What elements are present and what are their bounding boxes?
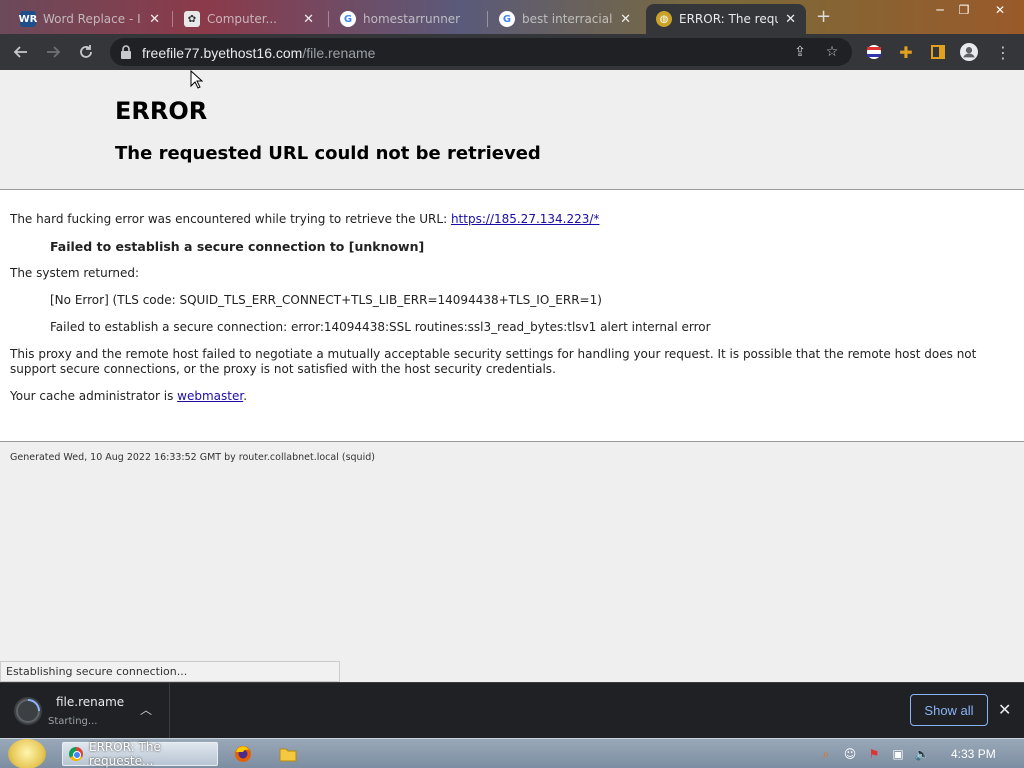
tab-computer[interactable]: ✿ Computer... ✕ (174, 4, 324, 34)
back-arrow-icon[interactable] (10, 41, 32, 63)
clock[interactable]: 4:33 PM (951, 747, 996, 761)
extension-flag-icon[interactable] (865, 43, 883, 61)
download-item[interactable]: file.rename Starting... ︿ (0, 683, 170, 739)
flag-tray-icon[interactable]: ⚑ (866, 746, 882, 762)
forward-arrow-icon[interactable] (42, 41, 64, 63)
puzzle-extensions-icon[interactable]: ✚ (897, 43, 915, 62)
tab-title: ERROR: The reque... (679, 12, 778, 26)
close-tab-icon[interactable]: ✕ (785, 12, 796, 27)
system-line-2: Failed to establish a secure connection:… (50, 320, 711, 334)
mouse-cursor-icon (190, 70, 204, 89)
webmaster-link[interactable]: webmaster (177, 389, 243, 403)
tab-title: Computer... (207, 12, 277, 26)
page-content: ERROR The requested URL could not be ret… (0, 70, 1024, 682)
lock-icon (121, 45, 131, 59)
url-link[interactable]: https://185.27.134.223/* (451, 212, 599, 226)
bookmark-star-icon[interactable]: ☆ (824, 44, 840, 60)
download-status: Starting... (48, 716, 98, 727)
firefox-icon[interactable] (234, 745, 252, 763)
search-tray-icon[interactable]: ⌕ (818, 746, 834, 762)
chevron-up-icon[interactable]: ︿ (140, 701, 152, 718)
system-line-1: [No Error] (TLS code: SQUID_TLS_ERR_CONN… (50, 293, 602, 307)
puzzle-icon: ✿ (184, 11, 200, 27)
tab-title: homestarrunner (363, 12, 461, 26)
wr-icon: WR (19, 11, 37, 27)
new-tab-icon[interactable]: + (816, 6, 831, 27)
failed-message: Failed to establish a secure connection … (50, 239, 425, 254)
url-text: freefile77.byethost16.com/file.rename (142, 45, 376, 61)
tab-error-active[interactable]: ◍ ERROR: The reque... ✕ (646, 4, 806, 34)
close-tab-icon[interactable]: ✕ (303, 12, 314, 27)
close-tab-icon[interactable]: ✕ (149, 12, 160, 27)
tab-strip: WR Word Replace - I... ✕ ✿ Computer... ✕… (0, 0, 1024, 34)
network-tray-icon[interactable]: ▣ (890, 746, 906, 762)
volume-tray-icon[interactable]: 🔈 (914, 746, 930, 762)
page-title: ERROR (115, 97, 208, 125)
side-panel-icon[interactable] (929, 43, 947, 61)
close-window-icon[interactable]: ✕ (988, 0, 1012, 20)
reload-icon[interactable] (75, 41, 97, 63)
browser-toolbar: freefile77.byethost16.com/file.rename ⇪ … (0, 34, 1024, 70)
admin-line: Your cache administrator is webmaster. (10, 389, 248, 403)
chrome-icon (69, 747, 83, 761)
menu-kebab-icon[interactable]: ⋮ (994, 43, 1012, 62)
share-icon[interactable]: ⇪ (792, 44, 808, 60)
page-subtitle: The requested URL could not be retrieved (115, 143, 541, 164)
restore-icon[interactable]: ❐ (952, 0, 976, 20)
close-tab-icon[interactable]: ✕ (620, 12, 631, 27)
generated-footer: Generated Wed, 10 Aug 2022 16:33:52 GMT … (10, 452, 375, 463)
start-button[interactable] (8, 739, 46, 768)
status-bubble: Establishing secure connection... (0, 661, 340, 682)
tab-title: best interracial... (522, 12, 613, 26)
download-progress-icon (14, 697, 42, 725)
globe-icon: ◍ (656, 11, 672, 27)
intro-line: The hard fucking error was encountered w… (10, 212, 600, 226)
tab-title: Word Replace - I... (43, 12, 143, 26)
smiley-tray-icon[interactable]: ☺ (842, 746, 858, 762)
folder-icon[interactable] (279, 745, 297, 763)
tab-homestarrunner[interactable]: G homestarrunner (330, 4, 485, 34)
taskbar-chrome-window[interactable]: ERROR: The requeste... (62, 740, 218, 768)
close-shelf-icon[interactable]: ✕ (998, 700, 1011, 719)
google-icon: G (340, 11, 356, 27)
profile-avatar-icon[interactable] (960, 43, 978, 61)
system-returned-label: The system returned: (10, 266, 140, 280)
download-shelf: file.rename Starting... ︿ Show all ✕ (0, 682, 1024, 739)
tab-best-interracial[interactable]: G best interracial... ✕ (489, 4, 641, 34)
error-body: The hard fucking error was encountered w… (0, 190, 1024, 442)
show-all-button[interactable]: Show all (910, 694, 988, 726)
error-header: ERROR The requested URL could not be ret… (0, 70, 1024, 190)
google-icon: G (499, 11, 515, 27)
minimize-icon[interactable]: ─ (928, 0, 952, 20)
address-bar[interactable]: freefile77.byethost16.com/file.rename ⇪ … (110, 38, 852, 66)
taskbar: ERROR: The requeste... ⌕ ☺ ⚑ ▣ 🔈 4:33 PM (0, 738, 1024, 768)
tab-word-replace[interactable]: WR Word Replace - I... ✕ (10, 4, 170, 34)
download-filename: file.rename (56, 695, 125, 709)
proxy-explanation: This proxy and the remote host failed to… (10, 347, 977, 376)
